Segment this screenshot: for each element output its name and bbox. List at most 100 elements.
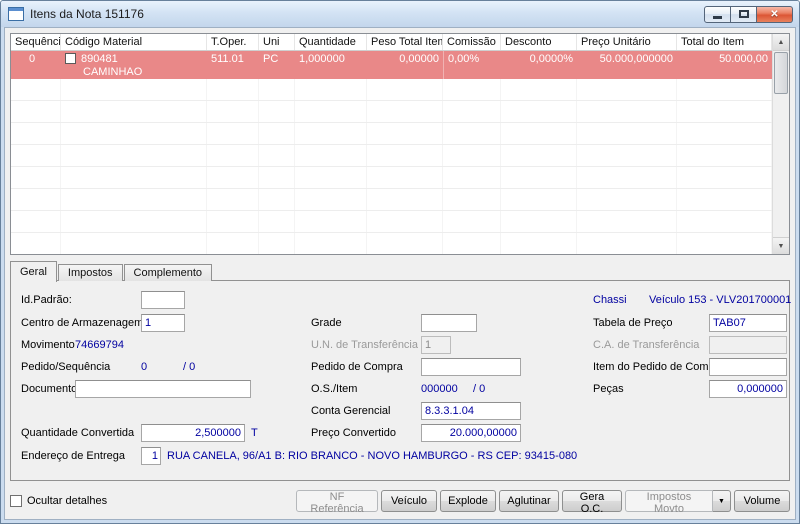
row-checkbox[interactable] [65, 53, 76, 64]
preco-convertido-input[interactable] [421, 424, 521, 442]
label-item-pedido-compra: Item do Pedido de Compra [593, 361, 725, 373]
quantidade-convertida-input[interactable] [141, 424, 245, 442]
grid-empty-row [11, 101, 772, 123]
scroll-down-button[interactable]: ▼ [773, 237, 789, 254]
label-centro-armazenagem: Centro de Armazenagem [21, 317, 144, 329]
pedido-compra-input[interactable] [421, 358, 521, 376]
tab-complemento[interactable]: Complemento [123, 264, 213, 281]
column-header-total-item[interactable]: Total do Item [677, 34, 772, 50]
scrollbar-thumb[interactable] [774, 52, 788, 94]
cell-uni: PC [263, 53, 279, 65]
centro-armazenagem-input[interactable] [141, 314, 185, 332]
ocultar-detalhes-option[interactable]: Ocultar detalhes [10, 495, 107, 507]
documento-input[interactable] [75, 380, 251, 398]
veiculo-button[interactable]: Veículo [381, 490, 437, 512]
cell-desconto: 0,0000% [529, 53, 573, 65]
pedido-sequencia-value2: / 0 [183, 361, 196, 373]
pedido-sequencia-value: 0 [141, 361, 148, 373]
grade-input[interactable] [421, 314, 477, 332]
label-conta-gerencial: Conta Gerencial [311, 405, 391, 417]
quantidade-convertida-unit: T [251, 427, 258, 439]
label-ca-transferencia: C.A. de Transferência [593, 339, 700, 351]
cell-t-oper: 511.01 [211, 53, 244, 65]
chevron-down-icon: ▼ [718, 497, 725, 505]
grid-empty-row [11, 123, 772, 145]
codigo-material-value: 890481 [81, 53, 118, 65]
titlebar[interactable]: Itens da Nota 151176 ✕ [1, 1, 799, 27]
id-padrao-input[interactable] [141, 291, 185, 309]
label-endereco-entrega: Endereço de Entrega [21, 450, 125, 462]
label-documento: Documento [21, 383, 78, 395]
cell-preco-unitario: 50.000,000000 [599, 53, 673, 65]
label-os-item: O.S./Item [311, 383, 358, 395]
movimento-value: 74669794 [75, 339, 124, 351]
cell-codigo-material: 890481 CAMINHAO [61, 51, 207, 79]
minimize-icon [713, 16, 722, 19]
grid-empty-row [11, 79, 772, 101]
tab-page-geral: Id.Padrão: Chassi Veículo 153 - VLV20170… [10, 280, 792, 481]
minimize-button[interactable] [704, 5, 731, 23]
cell-total-item: 50.000,00 [719, 53, 768, 65]
chassi-value: Veículo 153 - VLV201700001 [649, 294, 792, 306]
os-item-value2: / 0 [473, 383, 486, 395]
tab-bar: Geral Impostos Complemento [10, 260, 213, 282]
grid-empty-row [11, 233, 772, 254]
impostos-movto-dropdown-button[interactable]: ▼ [713, 490, 731, 512]
item-pedido-compra-input[interactable] [709, 358, 787, 376]
grid-empty-row [11, 189, 772, 211]
column-header-comissao[interactable]: Comissão [443, 34, 501, 50]
maximize-button[interactable] [731, 5, 757, 23]
endereco-entrega-address: RUA CANELA, 96/A1 B: RIO BRANCO - NOVO H… [167, 450, 578, 462]
impostos-movto-button: Impostos Movto [625, 490, 713, 515]
column-header-quantidade[interactable]: Quantidade [295, 34, 367, 50]
label-preco-convertido: Preço Convertido [311, 427, 396, 439]
endereco-entrega-input[interactable] [141, 447, 161, 465]
label-id-padrao: Id.Padrão: [21, 294, 72, 306]
grid-empty-row [11, 145, 772, 167]
column-header-t-oper[interactable]: T.Oper. [207, 34, 259, 50]
grid-empty-rows [11, 79, 772, 254]
grid-row-selected[interactable]: 0 890481 CAMINHAO 511.01 PC 1,000000 0,0… [11, 51, 772, 79]
nf-referencia-button: NF Referência [296, 490, 378, 515]
volume-button[interactable]: Volume [734, 490, 790, 512]
tab-geral[interactable]: Geral [10, 261, 57, 282]
label-quantidade-convertida: Quantidade Convertida [21, 427, 135, 439]
tab-impostos[interactable]: Impostos [57, 264, 123, 281]
app-icon [8, 7, 24, 21]
explode-button[interactable]: Explode [440, 490, 496, 512]
window: Itens da Nota 151176 ✕ Sequência Código … [0, 0, 800, 524]
label-grade: Grade [311, 317, 342, 329]
un-transferencia-input [421, 336, 451, 354]
scroll-up-button[interactable]: ▲ [773, 34, 789, 51]
scroll-down-icon: ▼ [777, 242, 785, 250]
close-button[interactable]: ✕ [757, 5, 793, 23]
impostos-movto-split-button: Impostos Movto ▼ [625, 490, 731, 515]
close-icon: ✕ [770, 8, 779, 20]
cell-peso-total: 0,00000 [399, 53, 439, 65]
column-header-codigo-material[interactable]: Código Material [61, 34, 207, 50]
label-movimento: Movimento [21, 339, 75, 351]
column-header-desconto[interactable]: Desconto [501, 34, 577, 50]
label-tabela-preco: Tabela de Preço [593, 317, 673, 329]
cell-sequencia: 0 [28, 53, 36, 65]
column-header-uni[interactable]: Uni [259, 34, 295, 50]
window-title: Itens da Nota 151176 [30, 7, 144, 21]
material-descricao: CAMINHAO [83, 66, 143, 78]
pecas-input[interactable] [709, 380, 787, 398]
footer-buttons: NF Referência Veículo Explode Aglutinar … [296, 490, 790, 515]
gera-oc-button[interactable]: Gera O.C. [562, 490, 622, 515]
cell-quantidade: 1,000000 [299, 53, 345, 65]
column-header-peso-total[interactable]: Peso Total Item [367, 34, 443, 50]
tabela-preco-input[interactable] [709, 314, 787, 332]
ocultar-detalhes-label: Ocultar detalhes [27, 495, 108, 507]
ocultar-detalhes-checkbox[interactable] [10, 495, 22, 507]
items-grid: Sequência Código Material T.Oper. Uni Qu… [10, 33, 790, 255]
label-un-transferencia: U.N. de Transferência [311, 339, 418, 351]
label-pedido-sequencia: Pedido/Sequência [21, 361, 111, 373]
column-header-sequencia[interactable]: Sequência [11, 34, 61, 50]
conta-gerencial-input[interactable] [421, 402, 521, 420]
label-chassi: Chassi [593, 294, 627, 306]
vertical-scrollbar[interactable]: ▲ ▼ [772, 34, 789, 254]
column-header-preco-unitario[interactable]: Preço Unitário [577, 34, 677, 50]
aglutinar-button[interactable]: Aglutinar [499, 490, 559, 512]
